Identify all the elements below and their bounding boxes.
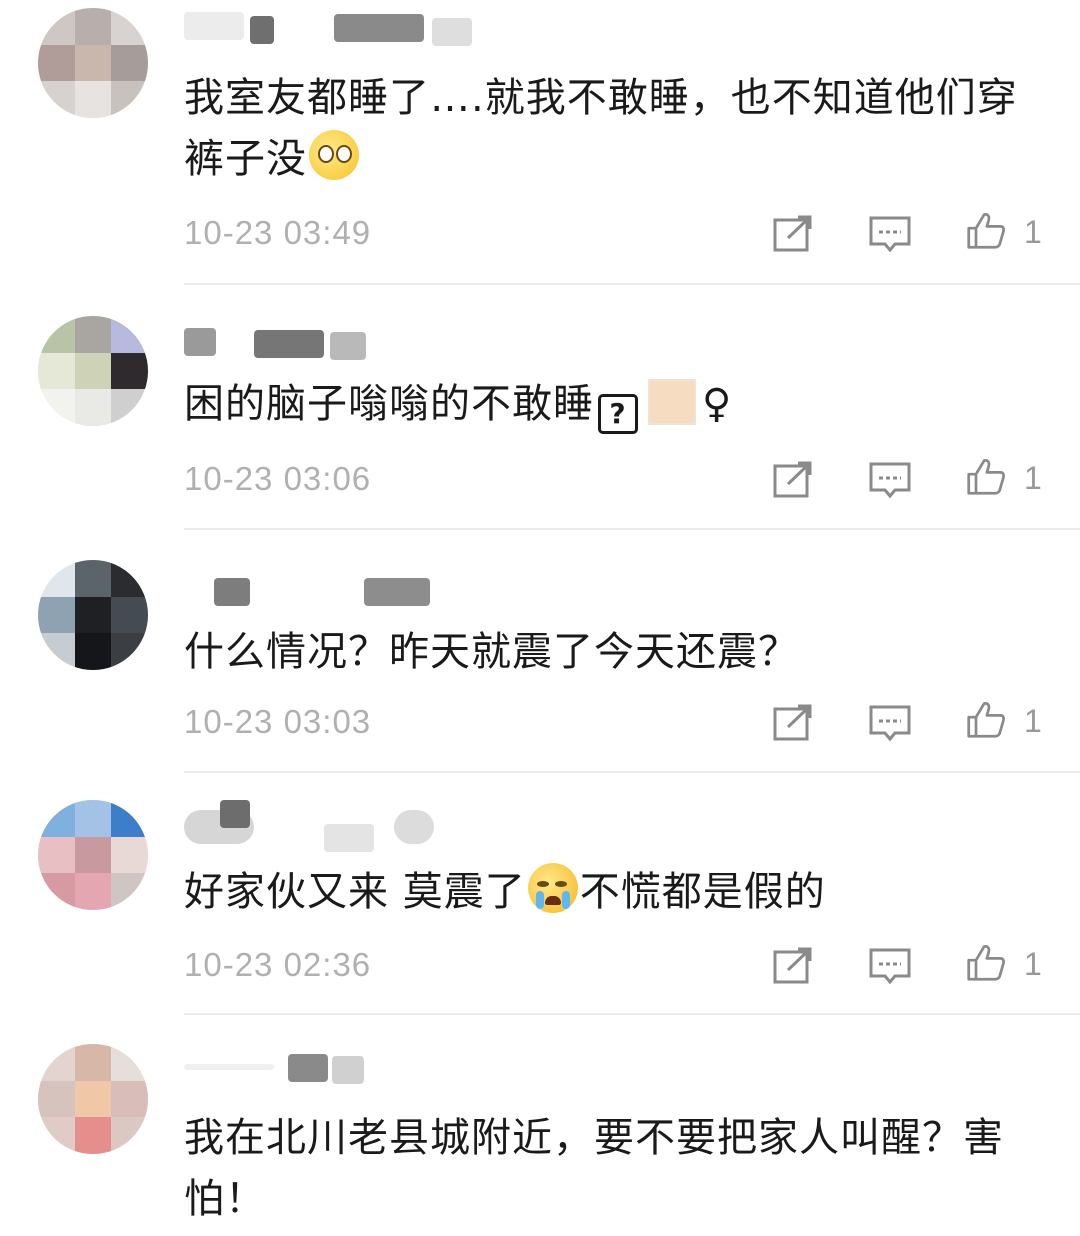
username-blurred[interactable]: [184, 570, 444, 610]
female-sign: ♀: [702, 381, 733, 427]
username-blurred[interactable]: [184, 800, 444, 852]
username-blurred[interactable]: [184, 8, 472, 48]
comment-text: 我室友都睡了….就我不敢睡，也不知道他们穿裤子没: [184, 75, 1018, 182]
comment-icon[interactable]: [868, 214, 912, 254]
thumbs-up-icon[interactable]: [964, 456, 1008, 496]
like-count: 1: [1024, 460, 1042, 496]
like-count: 1: [1024, 703, 1042, 739]
like-count: 1: [1024, 214, 1042, 250]
divider: [184, 771, 1080, 773]
comment-text: 好家伙又来 莫震了 不慌都是假的: [184, 862, 1044, 923]
timestamp: 10-23 02:36: [184, 946, 372, 983]
share-icon[interactable]: [772, 214, 816, 254]
comment-icon[interactable]: [868, 460, 912, 500]
username-blurred[interactable]: [184, 1048, 444, 1088]
comment-text: 我在北川老县城附近，要不要把家人叫醒？害怕！: [184, 1115, 1004, 1222]
comment-icon[interactable]: [868, 703, 912, 743]
share-icon[interactable]: [772, 460, 816, 500]
share-icon[interactable]: [772, 946, 816, 986]
divider: [184, 1013, 1080, 1015]
avatar[interactable]: [38, 560, 148, 670]
comment-text: 什么情况？昨天就震了今天还震？: [184, 629, 799, 675]
thumbs-up-icon[interactable]: [964, 210, 1008, 250]
avatar[interactable]: [38, 800, 148, 910]
avatar[interactable]: [38, 8, 148, 118]
comment-icon[interactable]: [868, 946, 912, 986]
skin-tone-swatch: [648, 379, 696, 425]
thumbs-up-icon[interactable]: [964, 942, 1008, 982]
avatar[interactable]: [38, 1044, 148, 1154]
divider: [184, 283, 1080, 285]
thinking-face-icon: [309, 130, 359, 180]
loudly-crying-face-icon: [527, 863, 578, 913]
username-blurred[interactable]: [184, 322, 444, 362]
divider: [184, 528, 1080, 530]
timestamp: 10-23 03:49: [184, 214, 372, 251]
like-count: 1: [1024, 946, 1042, 982]
timestamp: 10-23 03:06: [184, 460, 372, 497]
comment-text: 困的脑子嗡嗡的不敢睡? ♀: [184, 374, 1044, 435]
avatar[interactable]: [38, 316, 148, 426]
thumbs-up-icon[interactable]: [964, 699, 1008, 739]
share-icon[interactable]: [772, 703, 816, 743]
unknown-glyph-icon: ?: [598, 394, 638, 434]
timestamp: 10-23 03:03: [184, 703, 372, 740]
